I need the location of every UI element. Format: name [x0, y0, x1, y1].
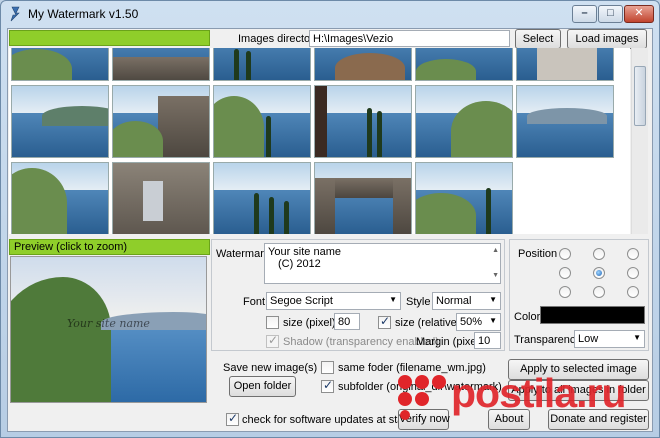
- thumbnail[interactable]: [112, 85, 210, 158]
- images-directory-input[interactable]: H:\Images\Vezio: [309, 30, 510, 47]
- maximize-button[interactable]: □: [598, 5, 623, 23]
- text-scroll-down-icon[interactable]: ▼: [492, 270, 499, 282]
- preview-header[interactable]: Preview (click to zoom): [9, 239, 210, 255]
- size-relative-select[interactable]: 50% ▼: [456, 313, 501, 331]
- save-label: Save new image(s) in:: [223, 362, 332, 374]
- thumbnail[interactable]: [314, 48, 412, 81]
- thumbnail[interactable]: [415, 162, 513, 234]
- subfolder-checkbox[interactable]: [321, 378, 334, 393]
- site-watermark-text: postila.ru: [451, 370, 627, 416]
- position-radio-top-right[interactable]: [627, 248, 639, 260]
- watermark-text-line2: (C) 2012: [278, 258, 321, 270]
- thumbnail[interactable]: [415, 48, 513, 81]
- select-button[interactable]: Select: [515, 29, 561, 49]
- size-relative-label: size (relative): [395, 317, 461, 329]
- position-radio-middle-right[interactable]: [627, 267, 639, 279]
- chevron-down-icon: ▼: [389, 295, 397, 304]
- preview-label: Preview (click to zoom): [14, 241, 128, 253]
- thumbnail[interactable]: [11, 48, 109, 81]
- thumbnail-grid[interactable]: [9, 48, 630, 234]
- size-pixel-input[interactable]: 80: [334, 313, 360, 330]
- check-updates-checkbox[interactable]: [226, 411, 239, 426]
- position-radio-top-left[interactable]: [559, 248, 571, 260]
- font-select[interactable]: Segoe Script ▼: [266, 292, 401, 310]
- size-pixel-checkbox[interactable]: [266, 316, 279, 329]
- close-button[interactable]: ✕: [624, 5, 654, 23]
- load-images-button[interactable]: Load images: [567, 29, 647, 49]
- transparency-label: Transparency: [514, 334, 581, 346]
- size-pixel-label: size (pixel): [283, 317, 336, 329]
- load-progress-bar: [9, 30, 210, 46]
- scrollbar-thumb[interactable]: [634, 66, 646, 126]
- thumbnail[interactable]: [314, 162, 412, 234]
- chevron-down-icon: ▼: [633, 333, 641, 342]
- preview-watermark-text: Your site name: [67, 317, 150, 330]
- size-relative-checkbox[interactable]: [378, 314, 391, 329]
- watermark-label: Watermark: [216, 248, 270, 260]
- thumbnail[interactable]: [516, 48, 614, 81]
- thumbnail[interactable]: [213, 48, 311, 81]
- position-radio-top-center[interactable]: [593, 248, 605, 260]
- position-radio-bottom-right[interactable]: [627, 286, 639, 298]
- style-select-value: Normal: [436, 295, 472, 307]
- watermark-text-line1: Your site name: [268, 246, 341, 258]
- open-folder-button[interactable]: Open folder: [229, 376, 296, 397]
- color-swatch[interactable]: [540, 306, 645, 324]
- thumbnail[interactable]: [213, 85, 311, 158]
- app-icon: [10, 6, 20, 22]
- style-label: Style: [406, 296, 431, 308]
- title-bar[interactable]: My Watermark v1.50 – □ ✕: [0, 0, 660, 28]
- thumbnail[interactable]: [415, 85, 513, 158]
- transparency-select[interactable]: Low ▼: [574, 330, 645, 348]
- font-select-value: Segoe Script: [270, 295, 333, 307]
- position-radio-bottom-center[interactable]: [593, 286, 605, 298]
- margin-input[interactable]: 10: [474, 332, 501, 349]
- site-watermark: postila.ru: [395, 366, 655, 424]
- position-label: Position: [518, 248, 558, 260]
- size-relative-value: 50%: [460, 316, 483, 328]
- thumbnail[interactable]: [11, 162, 109, 234]
- thumbnail[interactable]: [112, 162, 210, 234]
- thumbnail[interactable]: [516, 85, 614, 158]
- style-select[interactable]: Normal ▼: [432, 292, 501, 310]
- postila-logo-icon: [398, 375, 446, 420]
- watermark-text-input[interactable]: Your site name (C) 2012 ▲ ▼: [264, 243, 501, 284]
- thumbnail[interactable]: [314, 85, 412, 158]
- thumbnail[interactable]: [112, 48, 210, 81]
- thumbnail-scrollbar[interactable]: [631, 48, 648, 234]
- text-scroll-up-icon[interactable]: ▲: [492, 245, 499, 257]
- chevron-down-icon: ▼: [489, 295, 497, 304]
- thumbnail[interactable]: [11, 85, 109, 158]
- font-label: Font: [243, 296, 266, 308]
- images-directory-label: Images directory: [238, 33, 320, 45]
- position-radio-center[interactable]: [593, 267, 605, 279]
- position-radio-bottom-left[interactable]: [559, 286, 571, 298]
- margin-label: Margin (pixel): [416, 336, 483, 348]
- position-radio-middle-left[interactable]: [559, 267, 571, 279]
- window-title: My Watermark v1.50: [28, 7, 139, 21]
- shadow-checkbox[interactable]: [266, 333, 279, 348]
- chevron-down-icon: ▼: [489, 316, 497, 325]
- minimize-button[interactable]: –: [572, 5, 597, 23]
- preview-image[interactable]: Your site name: [10, 256, 207, 403]
- same-folder-checkbox[interactable]: [321, 361, 334, 374]
- thumbnail[interactable]: [213, 162, 311, 234]
- color-label: Color: [514, 311, 541, 323]
- position-radio-grid: [559, 248, 639, 300]
- transparency-select-value: Low: [578, 333, 599, 345]
